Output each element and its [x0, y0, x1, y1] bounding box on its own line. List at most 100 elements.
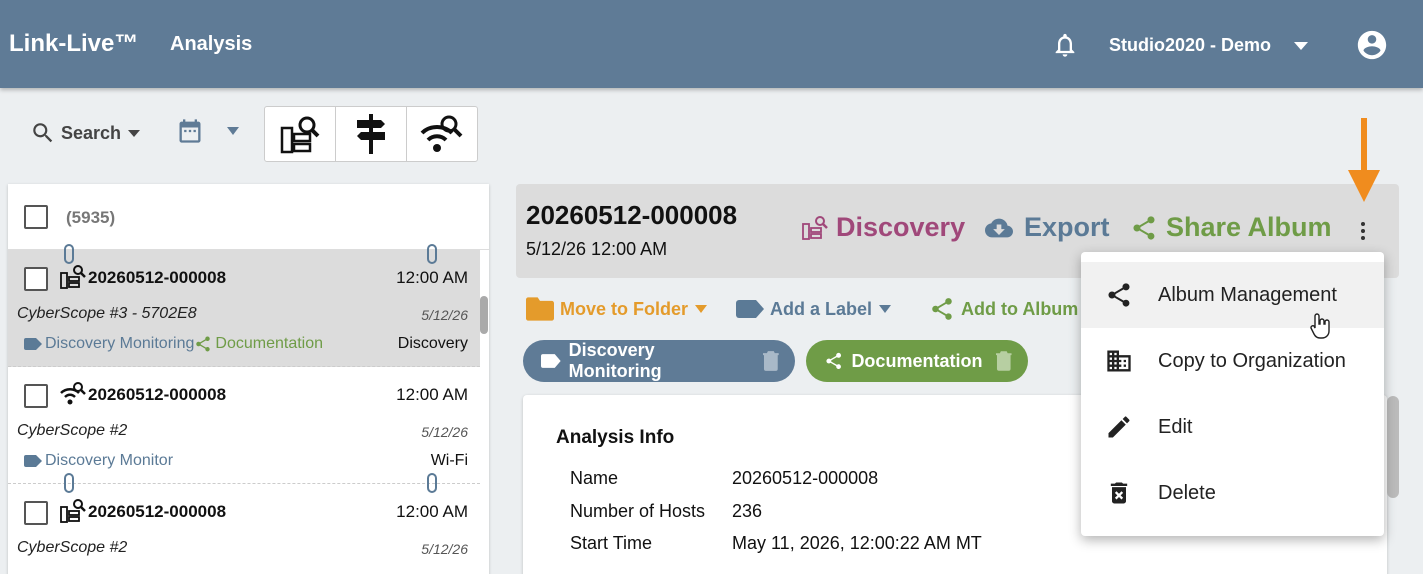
account-icon[interactable]	[1355, 28, 1389, 62]
row-device: CyberScope #2	[17, 422, 128, 439]
row-date: 5/12/26	[421, 307, 468, 323]
discovery-icon	[802, 215, 828, 240]
info-label-name: Name	[570, 468, 619, 488]
discovery-filter-button[interactable]	[265, 107, 336, 161]
share-album-button[interactable]: Share Album	[1130, 212, 1332, 243]
info-label-hosts: Number of Hosts	[570, 501, 706, 521]
trash-icon	[1110, 482, 1128, 504]
folder-icon	[526, 297, 554, 321]
info-title: Analysis Info	[556, 427, 675, 448]
tag-documentation[interactable]: Documentation	[194, 335, 323, 353]
brand-logo[interactable]: Link-Live™	[9, 30, 138, 58]
discovery-button[interactable]: Discovery	[802, 212, 965, 243]
list-item[interactable]: 20260512-000008 12:00 AM CyberScope #2 5…	[8, 484, 480, 574]
label-icon	[24, 338, 42, 350]
row-type: Wi-Fi	[430, 452, 468, 469]
add-label-button[interactable]: Add a Label	[736, 296, 892, 322]
list-item[interactable]: 20260512-000008 12:00 AM CyberScope #2 5…	[8, 367, 480, 493]
add-to-album-button[interactable]: Add to Album	[929, 296, 1078, 322]
discovery-search-icon	[280, 116, 320, 154]
link-icon	[64, 244, 74, 264]
analysis-list: (5935) 20260512-000008 12:00 AM CyberSco…	[8, 184, 489, 574]
search-icon	[33, 123, 53, 143]
share-icon	[1133, 215, 1155, 240]
wifi-search-icon	[60, 382, 86, 405]
move-to-folder-button[interactable]: Move to Folder	[526, 296, 708, 322]
info-value-name: 20260512-000008	[732, 468, 879, 488]
info-label-start-time: Start Time	[570, 533, 653, 553]
row-device: CyberScope #3 - 5702E8	[17, 305, 197, 322]
nav-analysis[interactable]: Analysis	[170, 33, 252, 56]
search-label: Search	[61, 122, 122, 143]
chevron-down-icon	[879, 305, 892, 313]
discovery-icon	[60, 265, 86, 289]
row-id: 20260512-000008	[88, 502, 227, 521]
row-checkbox[interactable]	[24, 267, 48, 291]
hand-cursor-icon	[1310, 313, 1330, 339]
row-time: 12:00 AM	[396, 502, 468, 521]
row-time: 12:00 AM	[396, 385, 468, 404]
link-icon	[427, 244, 437, 264]
menu-item-copy-to-organization[interactable]: Copy to Organization	[1081, 328, 1384, 394]
share-album-label: Share Album	[1166, 212, 1332, 242]
detail-scrollbar[interactable]	[1387, 396, 1399, 498]
row-checkbox[interactable]	[24, 384, 48, 408]
menu-item-delete[interactable]: Delete	[1081, 460, 1384, 526]
chip-discovery-monitoring[interactable]: Discovery Monitoring	[523, 340, 795, 382]
tag-discovery-monitoring[interactable]: Discovery Monitoring	[24, 335, 194, 353]
label-icon	[736, 300, 764, 318]
chevron-down-icon[interactable]	[225, 125, 241, 137]
discovery-icon	[60, 499, 86, 523]
tag-label: Discovery Monitor	[45, 452, 174, 469]
menu-item-edit[interactable]: Edit	[1081, 394, 1384, 460]
analysis-type-filter	[264, 106, 478, 162]
tag-discovery-monitor[interactable]: Discovery Monitor	[24, 452, 173, 470]
chevron-down-icon	[128, 130, 141, 137]
share-icon	[1108, 283, 1130, 307]
share-icon	[932, 298, 952, 320]
bell-icon[interactable]	[1051, 31, 1079, 59]
chip-documentation[interactable]: Documentation	[806, 340, 1028, 382]
calendar-icon[interactable]	[176, 117, 204, 145]
row-checkbox[interactable]	[24, 501, 48, 525]
discovery-label: Discovery	[836, 212, 966, 242]
menu-item-album-management[interactable]: Album Management	[1081, 262, 1384, 328]
more-vert-icon[interactable]	[1356, 220, 1370, 242]
list-item[interactable]: 20260512-000008 12:00 AM CyberScope #3 -…	[8, 244, 480, 367]
path-filter-button[interactable]	[336, 107, 407, 161]
row-date: 5/12/26	[421, 541, 468, 557]
wifi-filter-button[interactable]	[407, 107, 477, 161]
share-icon	[196, 336, 211, 352]
annotation-arrow-icon	[1348, 118, 1380, 202]
share-icon	[826, 352, 842, 370]
org-selector[interactable]: Studio2020 - Demo	[1109, 35, 1271, 56]
row-id: 20260512-000008	[88, 385, 227, 404]
signpost-icon	[357, 114, 385, 154]
export-button[interactable]: Export	[982, 212, 1110, 243]
add-label-label: Add a Label	[770, 298, 873, 319]
detail-datetime: 5/12/26 12:00 AM	[526, 239, 668, 259]
menu-item-label: Copy to Organization	[1158, 349, 1346, 372]
chevron-down-icon[interactable]	[1292, 40, 1310, 52]
tag-label: Discovery Monitoring	[45, 335, 195, 352]
result-count: (5935)	[66, 208, 116, 227]
menu-item-label: Album Management	[1158, 283, 1337, 306]
trash-icon[interactable]	[763, 351, 779, 371]
label-icon	[24, 455, 42, 467]
row-tags: Discovery Monitoring Documentation	[24, 335, 323, 353]
select-all-checkbox[interactable]	[24, 205, 48, 229]
trash-icon[interactable]	[996, 351, 1012, 371]
row-id: 20260512-000008	[88, 268, 227, 287]
wifi-search-icon	[420, 115, 463, 152]
detail-title: 20260512-000008	[526, 200, 738, 230]
list-scrollbar[interactable]	[480, 296, 488, 334]
search-dropdown[interactable]: Search	[30, 118, 142, 148]
chip-label: Discovery Monitoring	[568, 340, 662, 381]
chip-label: Documentation	[851, 350, 983, 371]
chevron-down-icon	[695, 305, 708, 313]
info-value-hosts: 236	[732, 501, 763, 521]
row-tags: Discovery Monitor	[24, 452, 173, 470]
list-header: (5935)	[8, 184, 489, 250]
export-label: Export	[1024, 212, 1110, 242]
label-icon	[541, 354, 561, 368]
